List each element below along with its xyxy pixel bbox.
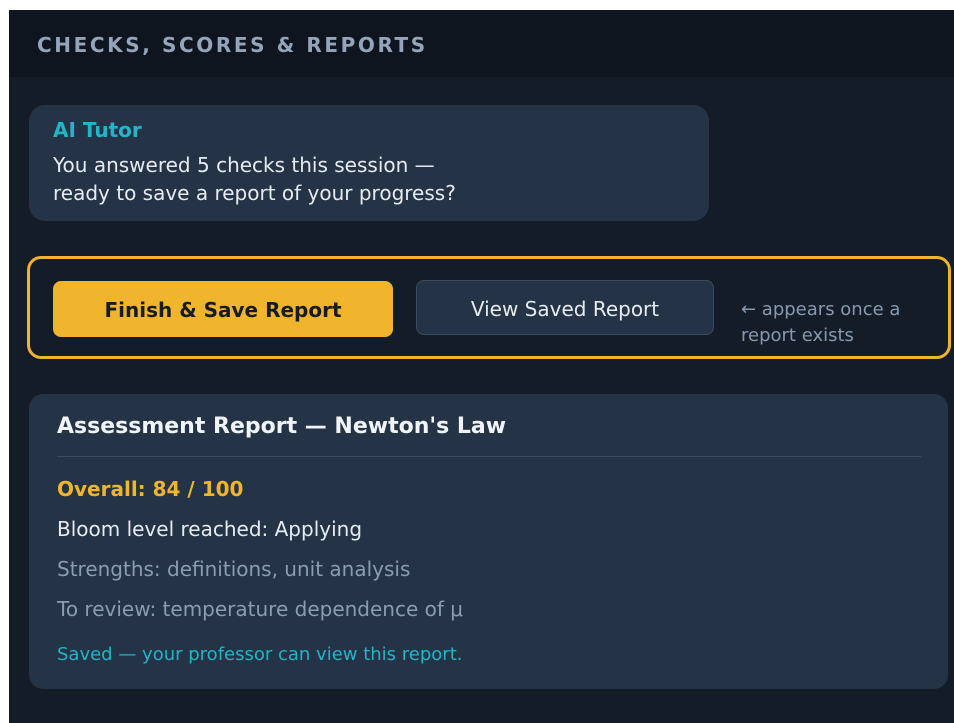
report-bloom-level: Bloom level reached: Applying xyxy=(57,517,363,541)
finish-save-report-button[interactable]: Finish & Save Report xyxy=(53,281,393,337)
view-report-hint: ← appears once a report exists xyxy=(741,299,901,346)
section-header: CHECKS, SCORES & REPORTS xyxy=(9,10,954,77)
tutor-sender-name: AI Tutor xyxy=(53,118,142,142)
report-title: Assessment Report — Newton's Law xyxy=(57,414,507,439)
tutor-message-bubble: AI Tutor You answered 5 checks this sess… xyxy=(29,105,709,221)
assessment-report-card: Assessment Report — Newton's Law Overall… xyxy=(29,394,948,689)
report-saved-status: Saved — your professor can view this rep… xyxy=(57,644,463,665)
tutor-message-line-2: ready to save a report of your progress? xyxy=(53,181,456,205)
app-frame: CHECKS, SCORES & REPORTS AI Tutor You an… xyxy=(9,10,954,723)
report-divider xyxy=(57,456,921,457)
tutor-message-line-1: You answered 5 checks this session — xyxy=(53,153,435,177)
section-title: CHECKS, SCORES & REPORTS xyxy=(37,33,428,57)
report-action-bar: Finish & Save Report View Saved Report ←… xyxy=(27,256,951,359)
report-to-review: To review: temperature dependence of μ xyxy=(57,597,463,621)
view-saved-report-button[interactable]: View Saved Report xyxy=(416,280,714,335)
report-strengths: Strengths: definitions, unit analysis xyxy=(57,557,411,581)
report-overall-score: Overall: 84 / 100 xyxy=(57,477,244,501)
